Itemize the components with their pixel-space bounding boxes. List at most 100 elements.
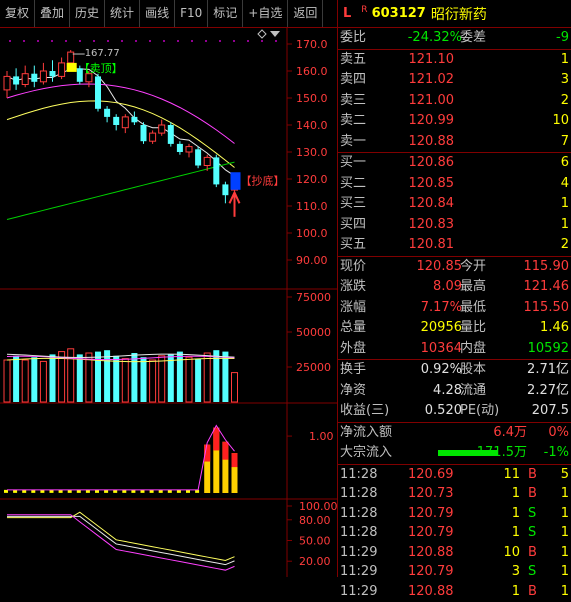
tick-side: B	[528, 584, 537, 600]
toolbar-button-1[interactable]: 叠加	[35, 0, 71, 27]
guide-dot	[93, 40, 95, 42]
price-axis-label: 140.0	[296, 119, 328, 132]
tick-price: 120.79	[408, 505, 454, 521]
stat-label: 最低	[460, 299, 487, 315]
candle-body	[213, 157, 220, 185]
candle-body	[39, 70, 47, 83]
stat-value: 115.90	[523, 258, 570, 274]
kd-axis-label: 20.00	[299, 555, 331, 568]
tick-count: 1	[560, 584, 569, 600]
volume-bar	[13, 355, 20, 402]
extra-label: 股本	[460, 362, 487, 377]
asks-price: 120.88	[408, 133, 455, 149]
candle-body	[85, 73, 93, 83]
toolbar-button-4[interactable]: 画线	[140, 0, 176, 27]
tick-count: 5	[560, 466, 569, 482]
candle-body	[13, 76, 20, 85]
flow-pct: 0%	[548, 424, 569, 440]
flow-label: 净流入额	[340, 424, 393, 440]
tick-row: 11:29 120.88 1 B 1	[338, 582, 571, 602]
indicator-bar-top	[231, 453, 238, 468]
candle-body	[203, 156, 211, 166]
tick-count: 1	[560, 486, 569, 502]
indicator-axis-label: 1.00	[309, 430, 334, 443]
asks-price: 121.00	[408, 92, 455, 108]
stat-label: 外盘	[340, 340, 367, 356]
candle-body	[31, 73, 38, 82]
tick-time: 11:29	[340, 584, 378, 600]
guide-dot	[163, 40, 165, 42]
volume-axis-label: 75000	[296, 291, 331, 304]
price-axis-label: 90.00	[296, 254, 328, 267]
market-tag: L	[343, 6, 352, 21]
ask-book: 卖五 121.10 1 卖四 121.02 3 卖三 121.00 2 卖二 120.99 10 卖一 1…	[338, 48, 571, 153]
tick-row: 11:28 120.79 1 S 1	[338, 504, 571, 524]
guide-dot	[177, 40, 179, 42]
extra-value: 4.28	[433, 382, 462, 398]
candle-body	[158, 124, 166, 134]
toolbar-button-7[interactable]: +自选	[243, 0, 289, 27]
tick-row: 11:28 120.79 1 S 1	[338, 523, 571, 543]
stat-row: 总量 20956 量比 1.46	[338, 318, 571, 339]
max-price-label: 167.77	[85, 48, 120, 59]
bid-book: 买一 120.86 6 买二 120.85 4 买三 120.84 1 买四 120.83 1 买五 12…	[338, 152, 571, 256]
ma60-line	[6, 161, 235, 220]
asks-price: 120.99	[408, 113, 455, 128]
bids-price: 120.83	[408, 216, 455, 232]
volume-bar	[58, 351, 66, 403]
volume-bar	[121, 358, 129, 403]
tick-list[interactable]: 11:28 120.69 11 B 5 11:28 120.73 1 B 1 11:28 120.79…	[338, 463, 571, 602]
asks-row: 卖四 121.02 3	[338, 70, 571, 91]
tick-price: 120.73	[408, 486, 454, 502]
price-axis-label: 130.0	[296, 146, 328, 159]
buy-bottom-label: 【抄底】	[241, 173, 285, 187]
bids-row: 买三 120.84 1	[338, 194, 571, 215]
toolbar-button-3[interactable]: 统计	[105, 0, 141, 27]
kline-chart[interactable]: 170.0 160.0 150.0 140.0 130.0 120.0 110.0 100.0…	[0, 28, 338, 577]
asks-label: 卖二	[340, 113, 367, 128]
stat-row: 现价 120.85 今开 115.90	[338, 257, 571, 278]
tick-time: 11:29	[340, 564, 378, 580]
asks-volume: 7	[560, 133, 569, 149]
toolbar-button-0[interactable]: 复权	[0, 0, 36, 27]
stat-value: 1.46	[540, 320, 569, 335]
asks-row: 卖三 121.00 2	[338, 91, 571, 112]
guide-dot	[135, 40, 137, 42]
indicator-bar-top	[222, 441, 229, 460]
tick-volume: 10	[503, 544, 520, 560]
tick-time: 11:28	[340, 466, 378, 482]
tick-price: 120.88	[408, 544, 454, 560]
stat-value: 10364	[420, 340, 462, 356]
tick-row: 11:28 120.73 1 B 1	[338, 484, 571, 504]
toolbar-button-5[interactable]: F10	[175, 0, 209, 27]
sell-top-marker	[66, 62, 77, 72]
tick-side: B	[528, 544, 537, 560]
tick-volume: 11	[503, 466, 520, 482]
bids-price: 120.84	[408, 196, 455, 211]
toolbar-button-6[interactable]: 标记	[208, 0, 244, 27]
tick-time: 11:28	[340, 525, 378, 541]
stat-label: 最高	[460, 279, 487, 294]
flow-row: 大宗流入 -171.5万 -1%	[338, 443, 571, 464]
extra-block: 换手 0.92% 股本 2.71亿 净资 4.28 流通 2.27亿 收益(三) 0.520 PE(…	[338, 359, 571, 422]
tick-count: 1	[560, 505, 569, 521]
volume-bar	[231, 372, 238, 403]
sell-top-label: 【卖顶】	[79, 62, 123, 75]
toolbar-button-8[interactable]: 返回	[288, 0, 324, 27]
volume-bar	[3, 359, 11, 403]
stats-block: 现价 120.85 今开 115.90 涨跌 8.09 最高 121.46 涨幅 7.17% 最低 1…	[338, 255, 571, 360]
volume-bar	[140, 357, 147, 402]
tick-side: S	[528, 564, 537, 580]
guide-dot	[247, 40, 249, 42]
bids-row: 买二 120.85 4	[338, 174, 571, 195]
price-axis-label: 150.0	[296, 92, 328, 105]
guide-dot	[219, 40, 221, 42]
chart-area[interactable]: 170.0 160.0 150.0 140.0 130.0 120.0 110.0 100.0…	[0, 28, 338, 577]
candle-body	[185, 146, 193, 153]
guide-dot	[51, 40, 53, 42]
extra-value: 2.27亿	[527, 382, 569, 398]
toolbar-button-2[interactable]: 历史	[70, 0, 106, 27]
tick-volume: 1	[511, 525, 520, 541]
candle-body	[131, 116, 138, 123]
flow-label: 大宗流入	[340, 445, 393, 460]
